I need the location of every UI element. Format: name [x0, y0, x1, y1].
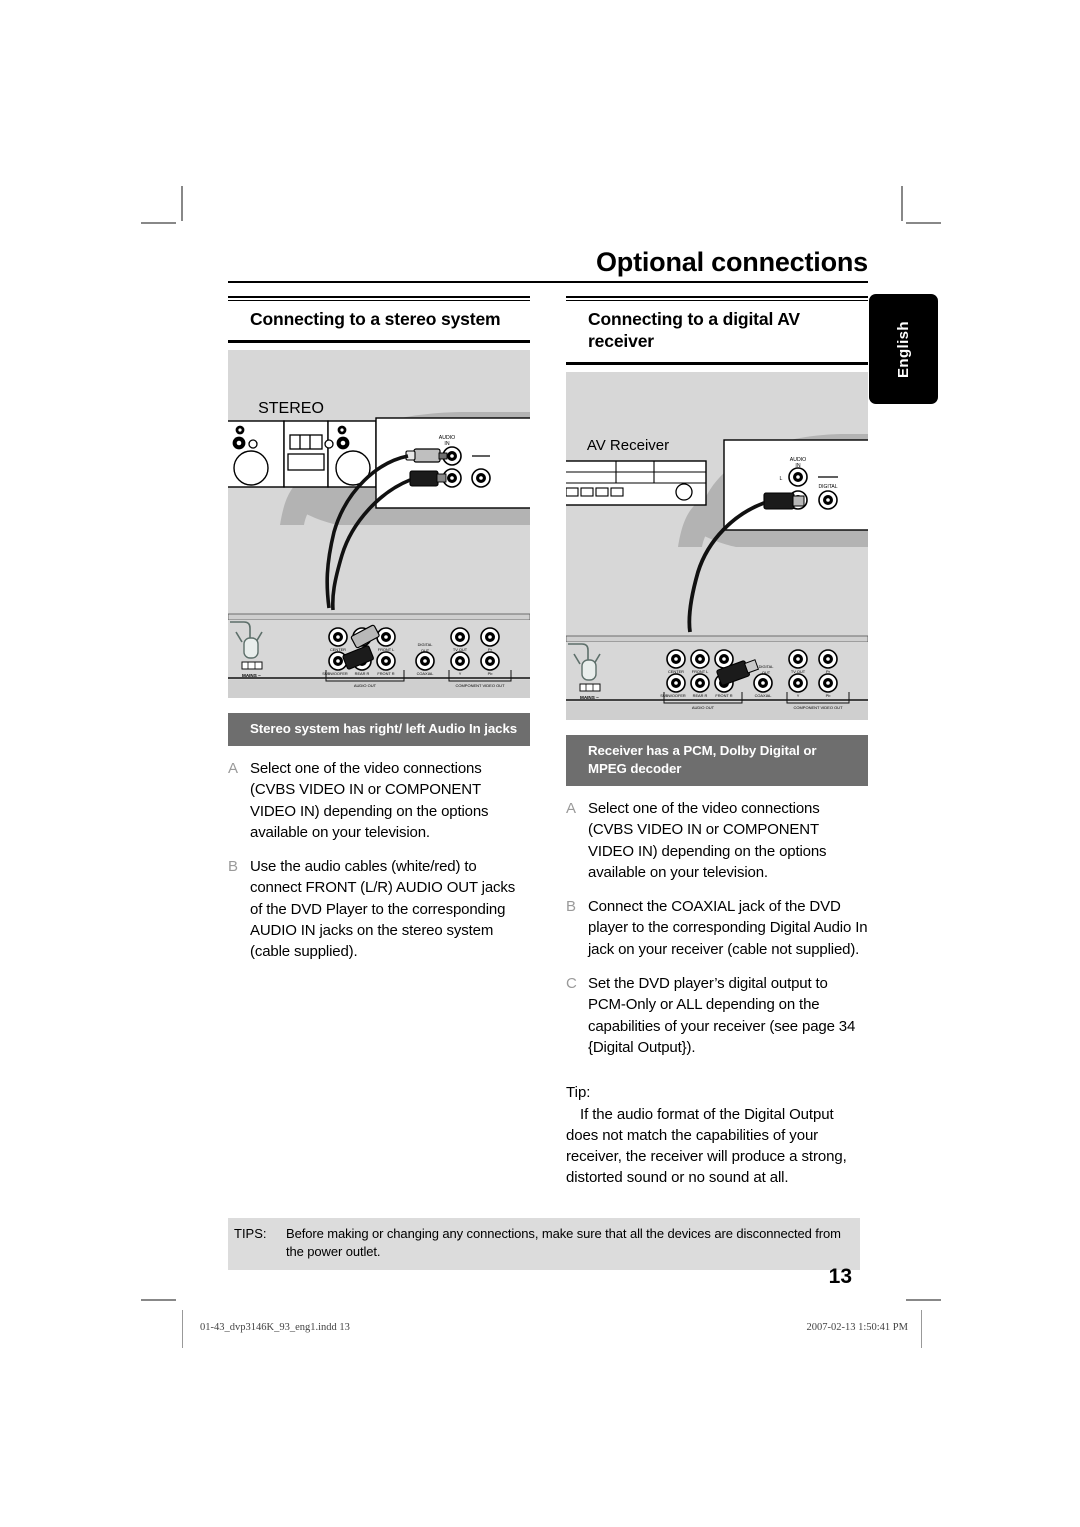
print-footer-rule-left	[182, 1310, 183, 1348]
svg-text:IN: IN	[444, 441, 449, 447]
svg-text:COAXIAL: COAXIAL	[755, 693, 773, 698]
svg-text:TV OUT: TV OUT	[453, 647, 468, 652]
step-text: Select one of the video connections (CVB…	[588, 799, 827, 881]
caption-stereo: Stereo system has right/ left Audio In j…	[228, 713, 530, 746]
svg-text:FRONT R: FRONT R	[715, 693, 732, 698]
print-footer: 01-43_dvp3146K_93_eng1.indd 13 2007-02-1…	[150, 1310, 930, 1350]
svg-text:CENTER: CENTER	[668, 669, 684, 674]
tips-footer-bar: TIPS: Before making or changing any conn…	[228, 1218, 860, 1271]
step-item: C Set the DVD player’s digital output to…	[566, 973, 868, 1058]
step-item: A Select one of the video connections (C…	[566, 798, 868, 883]
svg-text:STEREO: STEREO	[258, 400, 324, 417]
language-tab-label: English	[895, 320, 912, 378]
section-rule-top	[228, 296, 530, 298]
svg-text:TV OUT: TV OUT	[791, 669, 806, 674]
steps-av-receiver: A Select one of the video connections (C…	[566, 798, 868, 1058]
step-letter: A	[228, 759, 239, 777]
step-text: Use the audio cables (white/red) to conn…	[250, 858, 516, 961]
step-item: B Connect the COAXIAL jack of the DVD pl…	[566, 896, 868, 960]
page-number: 13	[828, 1265, 852, 1288]
section-stereo: Connecting to a stereo system STEREO AUD…	[228, 296, 530, 976]
section-rule-top	[566, 296, 868, 298]
steps-stereo: A Select one of the video connections (C…	[228, 758, 530, 963]
step-text: Set the DVD player’s digital output to P…	[588, 975, 856, 1056]
svg-text:COAXIAL: COAXIAL	[417, 671, 435, 676]
crop-mark-right-bottom	[906, 1299, 941, 1301]
svg-text:DIGITAL: DIGITAL	[759, 664, 775, 669]
crop-mark-left-top	[141, 222, 176, 224]
svg-text:Y: Y	[797, 693, 800, 698]
svg-text:CENTER: CENTER	[330, 647, 346, 652]
crop-mark-right-top	[906, 222, 941, 224]
step-letter: A	[566, 799, 577, 817]
tip-block: Tip: If the audio format of the Digital …	[566, 1082, 868, 1188]
svg-text:MAINS ~: MAINS ~	[242, 673, 261, 678]
svg-text:AUDIO OUT: AUDIO OUT	[354, 683, 377, 688]
step-letter: B	[566, 898, 577, 916]
section-heading-av-receiver: Connecting to a digital AV receiver	[588, 309, 800, 352]
svg-text:OUT: OUT	[762, 670, 771, 675]
svg-text:REAR R: REAR R	[693, 693, 708, 698]
print-footer-rule-right	[921, 1310, 922, 1348]
crop-mark-left-bottom	[141, 1299, 176, 1301]
section-rule-bottom	[566, 363, 868, 366]
page-title: Optional connections	[595, 247, 868, 277]
svg-text:REAR R: REAR R	[355, 671, 370, 676]
page-header: Optional connections	[228, 247, 868, 284]
svg-text:DIGITAL: DIGITAL	[418, 642, 434, 647]
svg-text:Pb: Pb	[826, 693, 831, 698]
section-heading-stereo: Connecting to a stereo system	[250, 309, 501, 329]
step-item: B Use the audio cables (white/red) to co…	[228, 856, 530, 962]
svg-text:DIGITAL: DIGITAL	[818, 484, 837, 490]
svg-text:COMPONENT VIDEO OUT: COMPONENT VIDEO OUT	[793, 705, 843, 710]
tip-label: Tip:	[566, 1084, 591, 1102]
crop-mark-top-left	[181, 186, 183, 221]
crop-mark-top-right	[901, 186, 903, 221]
svg-text:AUDIO OUT: AUDIO OUT	[692, 705, 715, 710]
tips-text: Before making or changing any connection…	[286, 1226, 841, 1260]
svg-text:MAINS ~: MAINS ~	[580, 695, 599, 700]
tips-label: TIPS:	[234, 1226, 267, 1241]
step-letter: B	[228, 858, 239, 876]
svg-text:FRONT L: FRONT L	[378, 647, 395, 652]
step-item: A Select one of the video connections (C…	[228, 758, 530, 843]
tip-text: If the audio format of the Digital Outpu…	[566, 1105, 847, 1187]
document-page: Optional connections English Connecting …	[0, 0, 1080, 1527]
step-text: Connect the COAXIAL jack of the DVD play…	[588, 898, 868, 958]
illustration-stereo: STEREO AUDIO IN MAINS ~ CENTER FRONT L S…	[228, 350, 530, 699]
section-av-receiver: Connecting to a digital AV receiver AV R…	[566, 296, 868, 1189]
print-footer-timestamp: 2007-02-13 1:50:41 PM	[806, 1322, 908, 1333]
step-text: Select one of the video connections (CVB…	[250, 759, 489, 841]
svg-text:L: L	[780, 476, 783, 482]
svg-text:AV Receiver: AV Receiver	[587, 437, 669, 454]
illustration-av-receiver: AV Receiver AUDIO IN L DIGITAL MAINS ~ C…	[566, 372, 868, 721]
print-footer-filename: 01-43_dvp3146K_93_eng1.indd 13	[200, 1322, 350, 1333]
svg-text:Pb: Pb	[488, 671, 493, 676]
svg-text:COMPONENT VIDEO OUT: COMPONENT VIDEO OUT	[455, 683, 505, 688]
step-letter: C	[566, 975, 577, 993]
svg-text:Y: Y	[459, 671, 462, 676]
language-tab: English	[869, 294, 938, 404]
caption-av-receiver: Receiver has a PCM, Dolby Digital or MPE…	[566, 735, 868, 786]
section-rule-bottom	[228, 341, 530, 344]
svg-text:OUT: OUT	[421, 648, 430, 653]
svg-text:FRONT R: FRONT R	[377, 671, 394, 676]
svg-text:FRONT L: FRONT L	[692, 669, 709, 674]
title-rule	[228, 281, 868, 284]
